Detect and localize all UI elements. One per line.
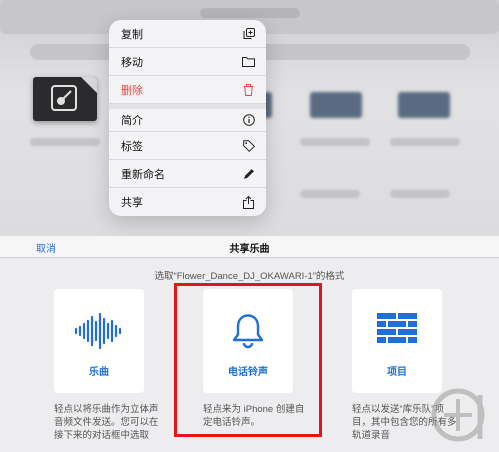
song-option-label: 乐曲: [89, 367, 109, 378]
folder-icon: [242, 55, 255, 68]
share-sheet-header: 取消 共享乐曲: [0, 236, 499, 258]
menu-item-delete[interactable]: 删除: [109, 76, 266, 104]
song-option-description: 轻点以将乐曲作为立体声音频文件发送。您可以在接下来的对话框中选取: [54, 404, 159, 441]
menu-item-label: 简介: [121, 115, 143, 127]
file-caption: [300, 138, 370, 146]
file-caption: [300, 190, 360, 198]
menu-item-tags[interactable]: 标签: [109, 132, 266, 160]
menu-item-label: 移动: [121, 56, 143, 69]
project-option-card[interactable]: 项目: [352, 289, 442, 393]
file-thumbnail: [310, 92, 362, 118]
menu-item-label: 标签: [121, 140, 143, 153]
page-fold: [81, 77, 97, 93]
menu-item-label: 删除: [121, 84, 143, 97]
menu-item-info[interactable]: 简介: [109, 104, 266, 132]
menu-item-rename[interactable]: 重新命名: [109, 160, 266, 188]
browser-title: [200, 8, 300, 18]
menu-item-label: 共享: [121, 197, 143, 209]
pencil-icon: [242, 167, 255, 180]
menu-item-move[interactable]: 移动: [109, 48, 266, 76]
song-option-card[interactable]: 乐曲: [54, 289, 144, 393]
tag-icon: [242, 139, 255, 152]
format-prompt: 选取“Flower_Dance_DJ_OKAWARI-1”的格式: [154, 271, 345, 282]
song-file-icon[interactable]: [33, 77, 97, 121]
info-icon: [242, 114, 255, 127]
share-sheet-title: 共享乐曲: [229, 244, 270, 255]
menu-item-duplicate[interactable]: 复制: [109, 20, 266, 48]
file-caption: [390, 138, 460, 146]
file-caption: [390, 190, 450, 198]
menu-item-share[interactable]: 共享: [109, 188, 266, 216]
guitar-icon: [51, 85, 77, 111]
menu-item-label: 重新命名: [121, 168, 165, 181]
waveform-icon: [54, 313, 144, 349]
context-menu: 复制 移动 删除 简介 标签 重新命名 共享: [109, 20, 266, 216]
menu-item-label: 复制: [121, 28, 143, 41]
project-option-label: 项目: [387, 367, 407, 378]
watermark-logo: [428, 385, 498, 445]
bricks-icon: [352, 313, 442, 343]
file-caption: [30, 138, 100, 146]
file-thumbnail: [398, 92, 450, 118]
duplicate-icon: [242, 27, 255, 40]
annotation-highlight-box: [174, 283, 322, 437]
trash-icon: [242, 83, 255, 96]
share-icon: [242, 195, 255, 209]
